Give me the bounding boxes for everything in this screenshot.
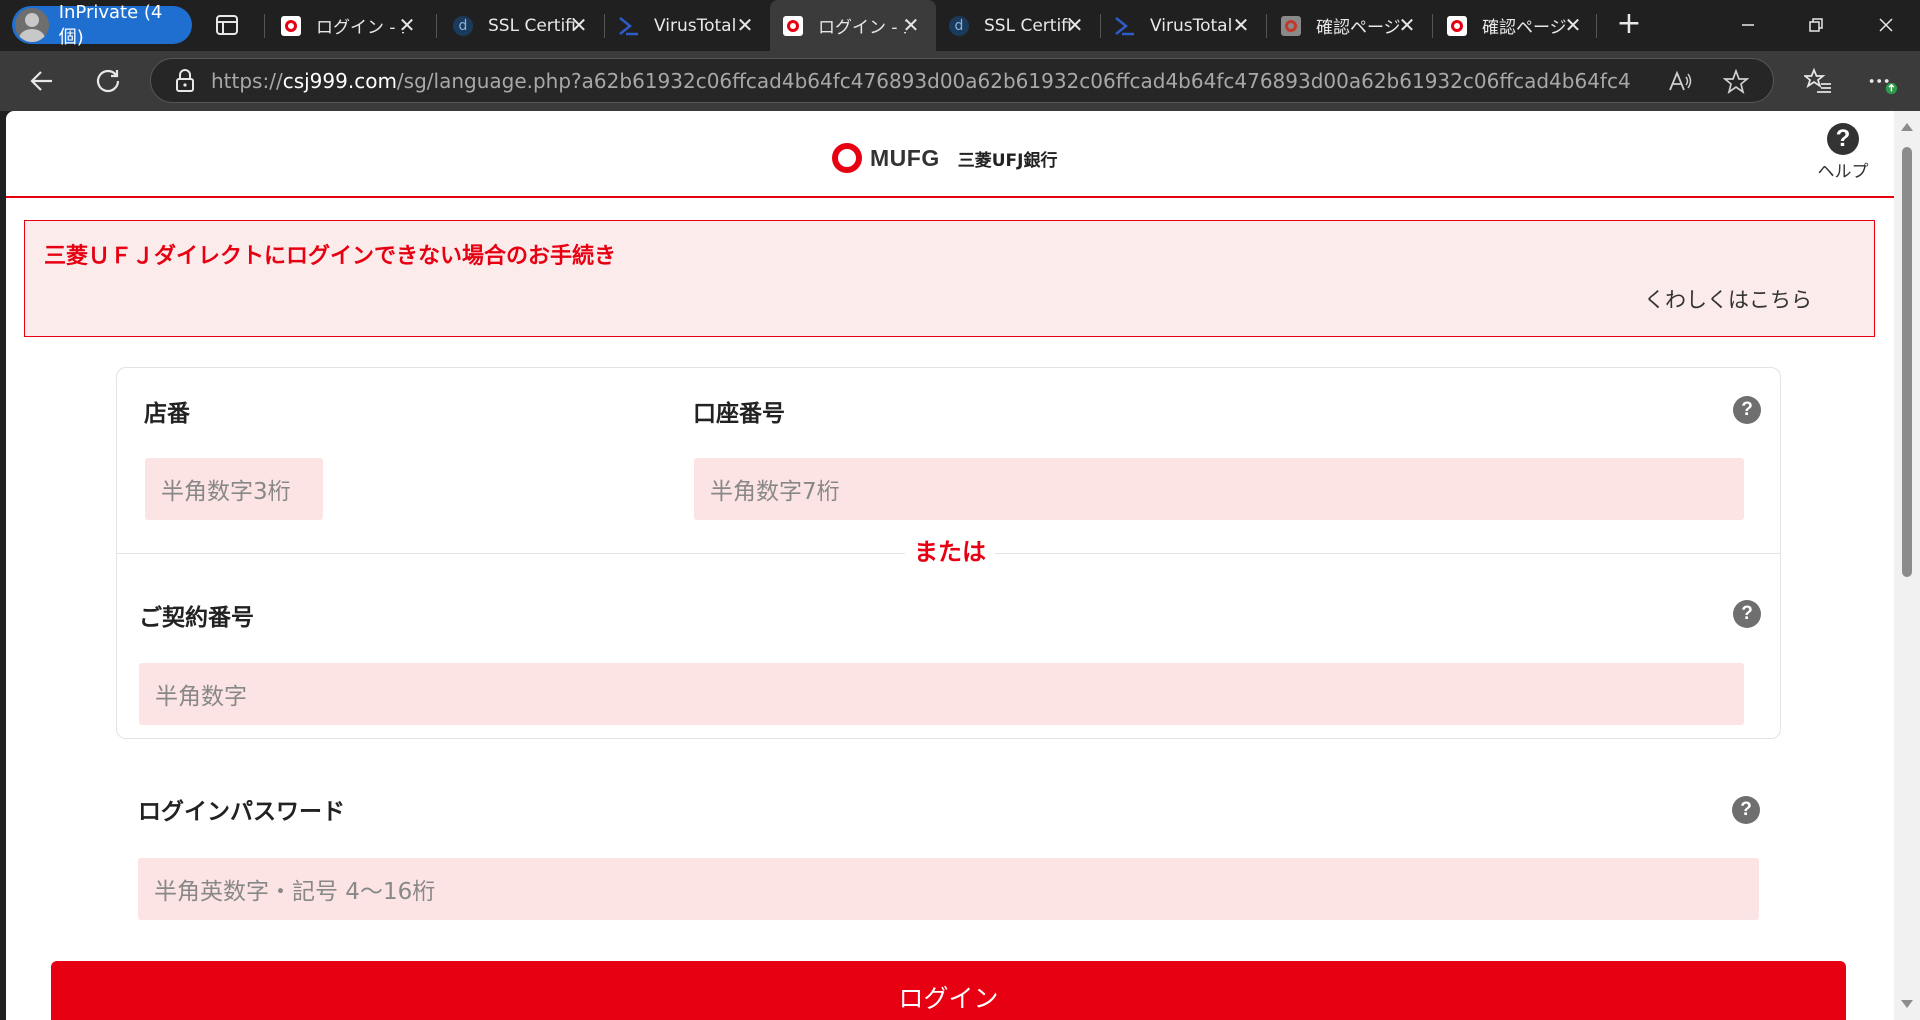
- new-tab-plus-icon[interactable]: +: [1614, 9, 1644, 40]
- tab-separator: [1432, 14, 1433, 38]
- refresh-icon[interactable]: [92, 65, 124, 97]
- account-placeholder: 半角数字7桁: [710, 479, 840, 505]
- notice-details-link[interactable]: くわしくはこちら: [1644, 284, 1812, 314]
- virustotal-icon: [618, 15, 640, 37]
- minimize-icon[interactable]: [1733, 10, 1763, 40]
- login-button[interactable]: ログイン: [51, 961, 1846, 1020]
- tab-title: ログイン - 三: [818, 18, 906, 38]
- mufg-favicon-icon: [1446, 15, 1468, 37]
- close-icon[interactable]: ✕: [396, 13, 418, 37]
- more-options-icon[interactable]: [1866, 65, 1898, 97]
- close-icon[interactable]: ✕: [1230, 13, 1252, 37]
- contract-number-input[interactable]: 半角数字: [139, 663, 1744, 725]
- account-number-input[interactable]: 半角数字7桁: [694, 458, 1744, 520]
- d-favicon-icon: d: [948, 15, 970, 37]
- site-header: MUFG 三菱UFJ銀行 ? ヘルプ: [6, 111, 1894, 198]
- branch-number-input[interactable]: 半角数字3桁: [145, 458, 323, 520]
- favorite-star-icon[interactable]: [1722, 68, 1750, 95]
- tab-confirm-1[interactable]: 確認ページ ✕: [1268, 0, 1432, 51]
- tab-title: ログイン - 三: [316, 18, 404, 38]
- virustotal-icon: [1114, 15, 1136, 37]
- window-close-icon[interactable]: [1871, 10, 1901, 40]
- favorites-icon[interactable]: [1802, 65, 1834, 97]
- brand-text: MUFG: [870, 144, 940, 171]
- mufg-favicon-icon: [782, 15, 804, 37]
- tab-login-1[interactable]: ログイン - 三 ✕: [268, 0, 432, 51]
- page-scrollbar[interactable]: [1894, 111, 1920, 1020]
- tab-title: 確認ページ: [1482, 18, 1567, 38]
- branch-placeholder: 半角数字3桁: [161, 479, 291, 505]
- web-page: MUFG 三菱UFJ銀行 ? ヘルプ 三菱ＵＦＪダイレクトにログインできない場合…: [6, 111, 1894, 1020]
- help-label: ヘルプ: [1817, 162, 1869, 182]
- scrollbar-thumb[interactable]: [1902, 147, 1912, 577]
- scroll-down-arrow-icon[interactable]: [1901, 1000, 1913, 1008]
- close-icon[interactable]: ✕: [1396, 13, 1418, 37]
- tab-separator: [604, 14, 605, 38]
- mufg-ring-icon: [832, 143, 862, 173]
- tab-strip: InPrivate (4 個) ログイン - 三 ✕ d SSL Certifi…: [0, 0, 1920, 51]
- read-aloud-icon[interactable]: [1667, 69, 1693, 95]
- notice-title: 三菱ＵＦＪダイレクトにログインできない場合のお手続き: [44, 244, 617, 269]
- tab-ssl-1[interactable]: d SSL Certifi ✕: [440, 0, 604, 51]
- inprivate-profile-button[interactable]: InPrivate (4 個): [12, 2, 192, 48]
- tab-separator: [264, 14, 265, 38]
- tab-separator: [1266, 14, 1267, 38]
- browser-toolbar: https://csj999.com/sg/language.php?a62b6…: [0, 51, 1920, 111]
- close-icon[interactable]: ✕: [568, 13, 590, 37]
- close-icon[interactable]: ✕: [1064, 13, 1086, 37]
- mufg-favicon-icon: [1280, 15, 1302, 37]
- tab-actions-icon[interactable]: [214, 12, 240, 38]
- address-bar[interactable]: https://csj999.com/sg/language.php?a62b6…: [150, 58, 1774, 103]
- back-arrow-icon[interactable]: [26, 65, 58, 97]
- password-label: ログインパスワード: [138, 799, 345, 825]
- branch-label: 店番: [144, 401, 190, 427]
- tab-title: 確認ページ: [1316, 18, 1401, 38]
- tab-separator: [436, 14, 437, 38]
- tab-separator: [1100, 14, 1101, 38]
- avatar: [15, 8, 49, 42]
- close-icon[interactable]: ✕: [734, 13, 756, 37]
- lock-icon[interactable]: [173, 68, 197, 93]
- inprivate-label: InPrivate (4 個): [58, 1, 163, 48]
- password-placeholder: 半角英数字・記号 4～16桁: [154, 879, 436, 905]
- tab-title: VirusTotal: [1150, 15, 1233, 36]
- close-icon[interactable]: ✕: [1562, 13, 1584, 37]
- help-button[interactable]: ? ヘルプ: [1806, 123, 1880, 182]
- contract-label: ご契約番号: [139, 605, 254, 631]
- mufg-favicon-icon: [280, 15, 302, 37]
- d-favicon-icon: d: [452, 15, 474, 37]
- or-label: または: [905, 532, 995, 567]
- mufg-logo[interactable]: MUFG 三菱UFJ銀行: [832, 143, 1057, 173]
- account-help-icon[interactable]: ?: [1733, 396, 1761, 424]
- help-question-icon: ?: [1827, 123, 1859, 155]
- login-trouble-notice: 三菱ＵＦＪダイレクトにログインできない場合のお手続き くわしくはこちら: [24, 220, 1875, 337]
- contract-help-icon[interactable]: ?: [1733, 600, 1761, 628]
- tab-title: VirusTotal: [654, 15, 737, 36]
- bank-name: 三菱UFJ銀行: [957, 150, 1058, 171]
- close-icon[interactable]: ✕: [900, 13, 922, 37]
- tab-title: SSL Certifi: [984, 15, 1072, 36]
- tab-title: SSL Certifi: [488, 15, 576, 36]
- tab-separator: [1596, 14, 1597, 38]
- account-form-card: 店番 半角数字3桁 口座番号 ? 半角数字7桁 または ご契約番号 ? 半角数字: [116, 367, 1781, 739]
- scroll-up-arrow-icon[interactable]: [1901, 123, 1913, 131]
- tab-ssl-2[interactable]: d SSL Certifi ✕: [936, 0, 1100, 51]
- login-button-label: ログイン: [898, 984, 999, 1013]
- tab-login-active[interactable]: ログイン - 三 ✕: [770, 0, 936, 51]
- login-password-input[interactable]: 半角英数字・記号 4～16桁: [138, 858, 1759, 920]
- tab-virustotal-2[interactable]: VirusTotal ✕: [1102, 0, 1266, 51]
- account-label: 口座番号: [693, 401, 785, 427]
- tab-virustotal-1[interactable]: VirusTotal ✕: [606, 0, 770, 51]
- tab-confirm-2[interactable]: 確認ページ ✕: [1434, 0, 1598, 51]
- contract-placeholder: 半角数字: [155, 684, 247, 710]
- password-help-icon[interactable]: ?: [1732, 796, 1760, 824]
- restore-icon[interactable]: [1801, 10, 1831, 40]
- url-text[interactable]: https://csj999.com/sg/language.php?a62b6…: [211, 69, 1631, 93]
